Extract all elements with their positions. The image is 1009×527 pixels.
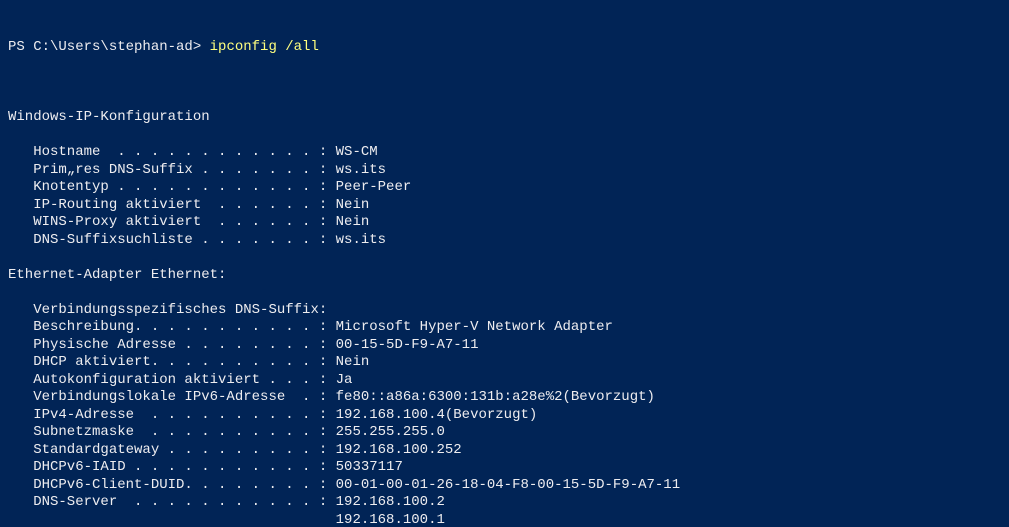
output-line xyxy=(8,249,1001,267)
ps-prompt: PS C:\Users\stephan-ad> xyxy=(8,39,210,55)
command-output: Windows-IP-Konfiguration Hostname . . . … xyxy=(8,92,1001,527)
output-line: Autokonfiguration aktiviert . . . : Ja xyxy=(8,372,1001,390)
output-line: DNS-Server . . . . . . . . . . . : 192.1… xyxy=(8,494,1001,512)
output-line: Physische Adresse . . . . . . . . : 00-1… xyxy=(8,337,1001,355)
output-line xyxy=(8,92,1001,110)
prompt-line: PS C:\Users\stephan-ad> ipconfig /all xyxy=(8,39,1001,57)
output-line: IP-Routing aktiviert . . . . . . : Nein xyxy=(8,197,1001,215)
output-line: IPv4-Adresse . . . . . . . . . . : 192.1… xyxy=(8,407,1001,425)
output-line xyxy=(8,284,1001,302)
output-line: Verbindungsspezifisches DNS-Suffix: xyxy=(8,302,1001,320)
output-line: Standardgateway . . . . . . . . . : 192.… xyxy=(8,442,1001,460)
output-line: Prim„res DNS-Suffix . . . . . . . : ws.i… xyxy=(8,162,1001,180)
output-line: Verbindungslokale IPv6-Adresse . : fe80:… xyxy=(8,389,1001,407)
output-line: Windows-IP-Konfiguration xyxy=(8,109,1001,127)
output-line: WINS-Proxy aktiviert . . . . . . : Nein xyxy=(8,214,1001,232)
output-line: Knotentyp . . . . . . . . . . . . : Peer… xyxy=(8,179,1001,197)
powershell-terminal[interactable]: PS C:\Users\stephan-ad> ipconfig /all Wi… xyxy=(0,0,1009,527)
output-line: DHCPv6-Client-DUID. . . . . . . . : 00-0… xyxy=(8,477,1001,495)
command-text: ipconfig /all xyxy=(210,39,319,55)
output-line: 192.168.100.1 xyxy=(8,512,1001,527)
output-line: Beschreibung. . . . . . . . . . . : Micr… xyxy=(8,319,1001,337)
output-line: DNS-Suffixsuchliste . . . . . . . : ws.i… xyxy=(8,232,1001,250)
output-line xyxy=(8,127,1001,145)
output-line: Subnetzmaske . . . . . . . . . . : 255.2… xyxy=(8,424,1001,442)
output-line: DHCP aktiviert. . . . . . . . . . : Nein xyxy=(8,354,1001,372)
output-line: Ethernet-Adapter Ethernet: xyxy=(8,267,1001,285)
output-line: DHCPv6-IAID . . . . . . . . . . . : 5033… xyxy=(8,459,1001,477)
output-line: Hostname . . . . . . . . . . . . : WS-CM xyxy=(8,144,1001,162)
